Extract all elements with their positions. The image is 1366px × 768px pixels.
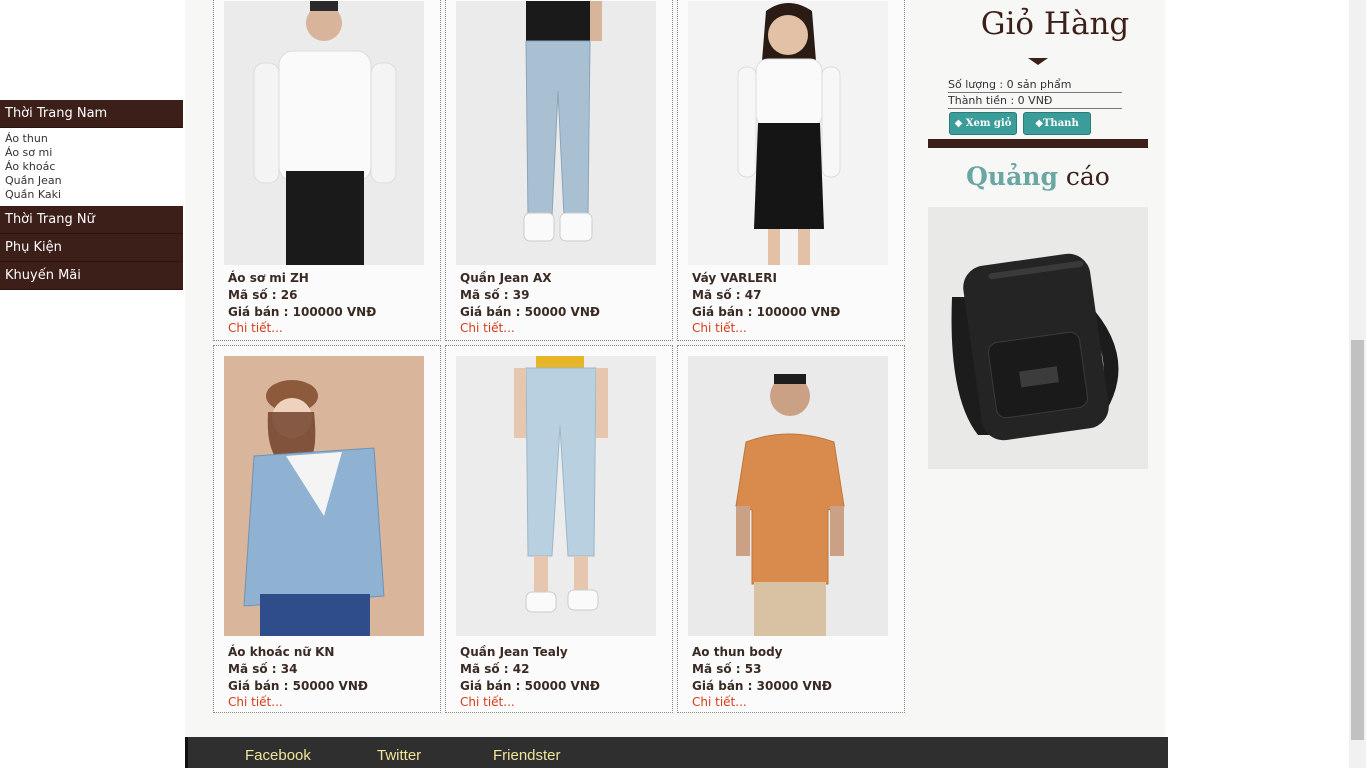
diamond-icon: ◆ [954, 118, 966, 129]
product-price: Giá bán : 30000 VNĐ [692, 679, 832, 693]
footer: Facebook Twitter Friendster [185, 737, 1168, 768]
product-card: Ao thun body Mã số : 53 Giá bán : 30000 … [677, 345, 905, 713]
product-image[interactable] [456, 1, 656, 265]
product-price: Giá bán : 50000 VNĐ [228, 679, 368, 693]
product-detail-link[interactable]: Chi tiết... [228, 321, 433, 335]
cart-quantity: Số lượng : 0 sản phẩm [948, 77, 1122, 93]
submenu-item-khaki[interactable]: Quần Kaki [5, 188, 183, 202]
ads-title-word1: Quảng [966, 162, 1058, 191]
product-name[interactable]: Váy VARLERI [692, 270, 897, 287]
product-card: Quần Jean AX Mã số : 39 Giá bán : 50000 … [445, 0, 673, 341]
scrollbar-thumb[interactable] [1351, 340, 1364, 740]
product-image[interactable] [224, 1, 424, 265]
product-card: Váy VARLERI Mã số : 47 Giá bán : 100000 … [677, 0, 905, 341]
product-detail-link[interactable]: Chi tiết... [692, 321, 897, 335]
view-cart-label: Xem giỏ [965, 118, 1012, 129]
product-code: Mã số : 26 [228, 288, 298, 302]
product-image[interactable] [688, 1, 888, 265]
product-card: Áo khoác nữ KN Mã số : 34 Giá bán : 5000… [213, 345, 441, 713]
product-image[interactable] [688, 356, 888, 636]
menu-promotions[interactable]: Khuyến Mãi [0, 262, 183, 290]
product-card: Áo sơ mi ZH Mã số : 26 Giá bán : 100000 … [213, 0, 441, 341]
product-name[interactable]: Áo khoác nữ KN [228, 644, 433, 661]
product-detail-link[interactable]: Chi tiết... [460, 695, 665, 709]
men-submenu: Áo thun Áo sơ mi Áo khoác Quần Jean Quần… [0, 128, 183, 206]
product-code: Mã số : 34 [228, 662, 298, 676]
diamond-icon: ◆ [1035, 118, 1043, 129]
cart-divider [928, 139, 1148, 148]
checkout-button[interactable]: ◆Thanh toán [1023, 112, 1091, 150]
product-name[interactable]: Quần Jean Tealy [460, 644, 665, 661]
category-menu: Thời Trang Nam Áo thun Áo sơ mi Áo khoác… [0, 100, 183, 290]
submenu-item-shirt[interactable]: Áo sơ mi [5, 146, 183, 160]
footer-link-facebook[interactable]: Facebook [245, 747, 311, 764]
product-detail-link[interactable]: Chi tiết... [692, 695, 897, 709]
submenu-item-jeans[interactable]: Quần Jean [5, 174, 183, 188]
submenu-item-tshirt[interactable]: Áo thun [5, 132, 183, 146]
product-price: Giá bán : 100000 VNĐ [228, 305, 377, 319]
menu-women-fashion[interactable]: Thời Trang Nữ [0, 206, 183, 234]
product-code: Mã số : 39 [460, 288, 530, 302]
ad-banner[interactable] [928, 207, 1148, 469]
product-image[interactable] [456, 356, 656, 636]
product-name[interactable]: Ao thun body [692, 644, 897, 661]
footer-link-twitter[interactable]: Twitter [377, 747, 421, 764]
footer-link-friendster[interactable]: Friendster [493, 747, 561, 764]
product-price: Giá bán : 50000 VNĐ [460, 679, 600, 693]
submenu-item-jacket[interactable]: Áo khoác [5, 160, 183, 174]
ads-title: Quảng cáo [928, 162, 1148, 191]
product-code: Mã số : 53 [692, 662, 762, 676]
ads-title-word2: cáo [1065, 162, 1110, 191]
product-image[interactable] [224, 356, 424, 636]
product-card: Quần Jean Tealy Mã số : 42 Giá bán : 500… [445, 345, 673, 713]
product-code: Mã số : 47 [692, 288, 762, 302]
view-cart-button[interactable]: ◆ Xem giỏ [949, 112, 1017, 135]
menu-accessories[interactable]: Phụ Kiện [0, 234, 183, 262]
cart-title: Giỏ Hàng [980, 6, 1130, 42]
chevron-down-icon [1028, 58, 1048, 65]
product-name[interactable]: Quần Jean AX [460, 270, 665, 287]
product-code: Mã số : 42 [460, 662, 530, 676]
menu-men-fashion[interactable]: Thời Trang Nam [0, 100, 183, 128]
product-detail-link[interactable]: Chi tiết... [460, 321, 665, 335]
product-detail-link[interactable]: Chi tiết... [228, 695, 433, 709]
product-price: Giá bán : 50000 VNĐ [460, 305, 600, 319]
cart-total: Thành tiền : 0 VNĐ [948, 93, 1122, 109]
product-price: Giá bán : 100000 VNĐ [692, 305, 841, 319]
product-name[interactable]: Áo sơ mi ZH [228, 270, 433, 287]
